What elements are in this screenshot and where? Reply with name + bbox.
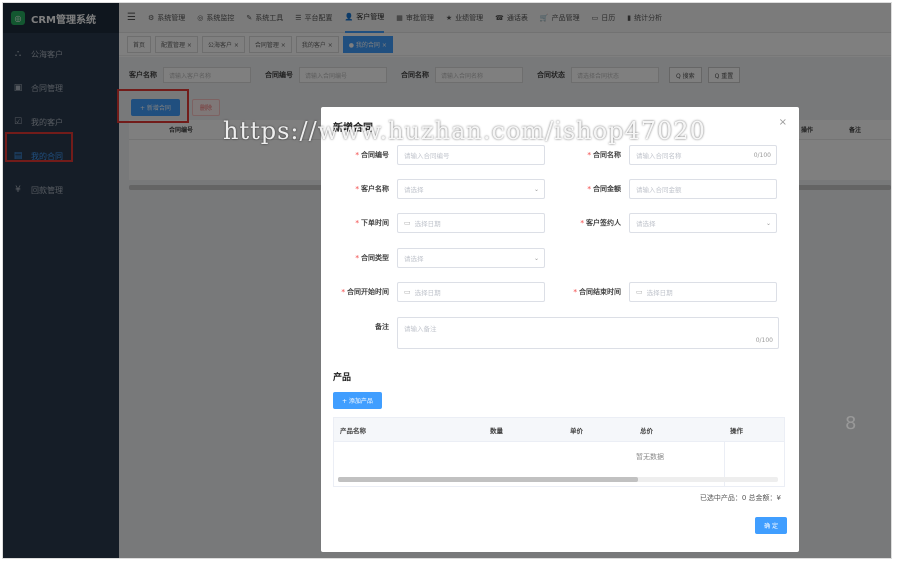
char-counter: 0/100 <box>753 151 771 159</box>
selection-summary: 已选中产品：0 总金额：¥ <box>699 494 781 502</box>
char-counter: 0/100 <box>755 337 773 344</box>
chevron-down-icon: ⌄ <box>533 185 539 193</box>
chevron-down-icon: ⌄ <box>533 254 539 262</box>
calendar-icon: ▭ <box>636 288 643 296</box>
form-item-customer-name: * 客户名称 请选择 ⌄ <box>331 179 545 199</box>
add-product-button[interactable]: + 添加产品 <box>333 392 382 409</box>
placeholder: 请输入合同名称 <box>636 152 682 160</box>
column-header: 操作 <box>730 426 743 435</box>
products-table-header: 产品名称 数量 单价 总价 操作 <box>334 418 784 442</box>
form-item-end-time: * 合同结束时间 ▭ 选择日期 <box>563 282 777 302</box>
field-label: * 客户名称 <box>355 185 389 193</box>
app-window: ◎ CRM管理系统 ⛬ 公海客户 ▣ 合同管理 ☑ 我的客户 ▤ 我的合同 ¥ … <box>2 2 892 559</box>
form-item-signer: * 客户签约人 请选择 ⌄ <box>563 213 777 233</box>
field-label: * 下单时间 <box>355 219 389 227</box>
form-item-start-time: * 合同开始时间 ▭ 选择日期 <box>331 282 545 302</box>
chevron-down-icon: ⌄ <box>765 219 771 227</box>
contract-name-field[interactable]: 请输入合同名称 0/100 <box>629 145 777 165</box>
placeholder: 选择日期 <box>646 289 673 297</box>
column-header: 总价 <box>640 426 653 435</box>
placeholder: 请选择 <box>636 220 656 228</box>
column-header: 数量 <box>490 426 503 435</box>
field-label: * 合同编号 <box>355 151 389 159</box>
placeholder: 请选择 <box>404 186 424 194</box>
start-time-picker[interactable]: ▭ 选择日期 <box>397 282 545 302</box>
products-section-title: 产品 <box>333 373 352 383</box>
edge-mark: 8 <box>845 413 857 434</box>
order-time-picker[interactable]: ▭ 选择日期 <box>397 213 545 233</box>
field-label: * 合同类型 <box>355 254 389 262</box>
form-item-contract-no: * 合同编号 请输入合同编号 <box>331 145 545 165</box>
form-item-contract-type: * 合同类型 请选择 ⌄ <box>331 248 545 268</box>
form-item-contract-amount: * 合同金额 请输入合同金额 <box>563 179 777 199</box>
products-table: 产品名称 数量 单价 总价 操作 暂无数据 <box>333 417 785 487</box>
field-label: * 合同结束时间 <box>573 288 621 296</box>
field-label: 备注 <box>375 323 389 331</box>
field-label: * 合同金额 <box>587 185 621 193</box>
contract-type-select[interactable]: 请选择 ⌄ <box>397 248 545 268</box>
form-item-contract-name: * 合同名称 请输入合同名称 0/100 <box>563 145 777 165</box>
placeholder: 选择日期 <box>414 220 441 228</box>
column-header: 单价 <box>570 426 583 435</box>
remark-textarea[interactable]: 请输入备注 0/100 <box>397 317 779 349</box>
calendar-icon: ▭ <box>404 288 411 296</box>
placeholder: 请选择 <box>404 255 424 263</box>
confirm-button[interactable]: 确 定 <box>755 517 787 534</box>
placeholder: 选择日期 <box>414 289 441 297</box>
field-label: * 合同名称 <box>587 151 621 159</box>
customer-name-select[interactable]: 请选择 ⌄ <box>397 179 545 199</box>
scrollbar-thumb[interactable] <box>338 477 638 482</box>
close-icon[interactable]: × <box>779 117 787 128</box>
contract-no-field[interactable]: 请输入合同编号 <box>397 145 545 165</box>
signer-select[interactable]: 请选择 ⌄ <box>629 213 777 233</box>
column-header: 产品名称 <box>340 426 366 435</box>
field-label: * 客户签约人 <box>580 219 621 227</box>
field-label: * 合同开始时间 <box>341 288 389 296</box>
add-contract-dialog: 新增合同 × * 合同编号 请输入合同编号 * 合同名称 请输入合同名称 0/100… <box>321 107 799 552</box>
form-item-order-time: * 下单时间 ▭ 选择日期 <box>331 213 545 233</box>
form-item-remark: 备注 请输入备注 0/100 <box>331 317 779 349</box>
placeholder: 请输入备注 <box>404 325 437 333</box>
contract-amount-field[interactable]: 请输入合同金额 <box>629 179 777 199</box>
calendar-icon: ▭ <box>404 219 411 227</box>
products-table-scrollbar[interactable] <box>338 477 778 482</box>
end-time-picker[interactable]: ▭ 选择日期 <box>629 282 777 302</box>
empty-text: 暂无数据 <box>636 453 664 461</box>
watermark-text: https://www.huzhan.com/ishop47020 <box>223 117 706 145</box>
